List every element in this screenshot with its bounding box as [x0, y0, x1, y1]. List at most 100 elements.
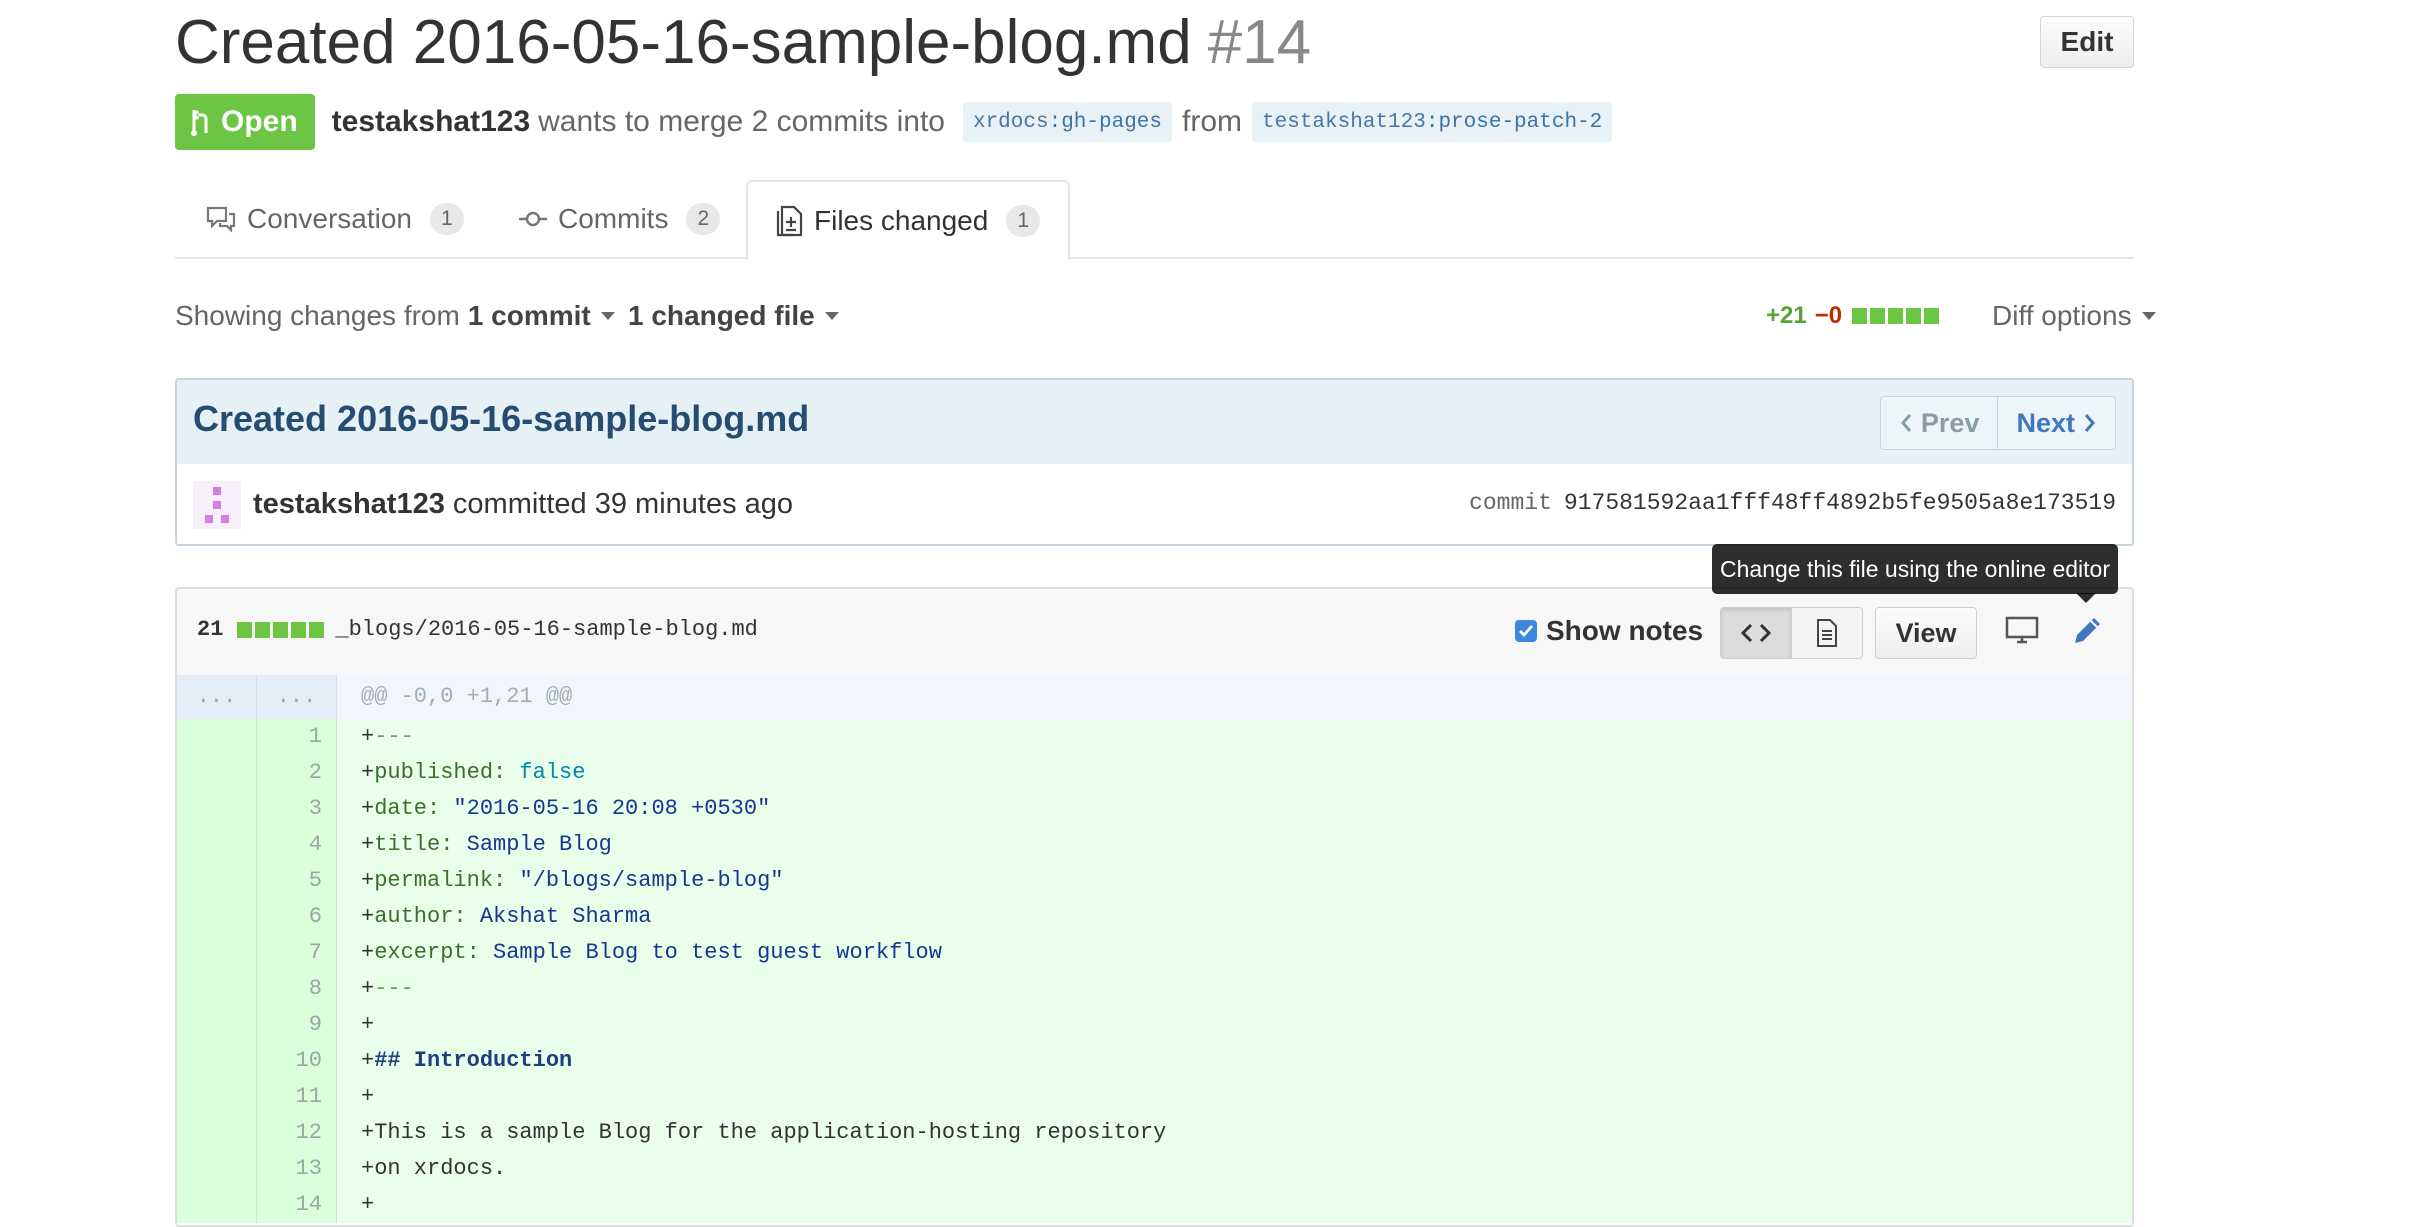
pr-number: #14	[1207, 8, 1312, 77]
diff-line: 11 +	[177, 1079, 2132, 1115]
tab-label: Commits	[558, 203, 669, 234]
added-marker: +	[361, 724, 375, 749]
view-file-button[interactable]: View	[1875, 607, 1977, 659]
old-line-number[interactable]	[177, 1115, 257, 1151]
edit-button[interactable]: Edit	[2040, 16, 2134, 68]
new-line-number[interactable]: 5	[257, 863, 337, 899]
merge-text: wants to merge 2 commits into	[538, 105, 945, 138]
show-notes-toggle[interactable]: Show notes	[1515, 611, 1703, 651]
new-line-number[interactable]: 13	[257, 1151, 337, 1187]
diff-options-menu[interactable]: Diff options	[1992, 298, 2156, 334]
diffstat: +21 −0	[1766, 298, 1942, 334]
diffstat-block	[1888, 308, 1904, 324]
code-text: on xrdocs.	[374, 1156, 507, 1181]
commit-title[interactable]: Created 2016-05-16-sample-blog.md	[193, 398, 809, 440]
show-notes-label: Show notes	[1546, 615, 1704, 646]
old-line-number[interactable]	[177, 827, 257, 863]
new-line-number[interactable]: 14	[257, 1187, 337, 1223]
old-line-number[interactable]	[177, 971, 257, 1007]
old-line-number[interactable]	[177, 719, 257, 755]
old-line-number[interactable]	[177, 1043, 257, 1079]
commit-info: testakshat123 committed 39 minutes ago c…	[177, 464, 2132, 544]
avatar[interactable]	[193, 481, 241, 529]
diff-code: +date: "2016-05-16 20:08 +0530"	[337, 791, 2132, 827]
new-line-number[interactable]: 8	[257, 971, 337, 1007]
device-desktop-icon[interactable]	[2005, 615, 2039, 650]
new-line-number[interactable]: 10	[257, 1043, 337, 1079]
showing-prefix: Showing changes from	[175, 300, 460, 331]
added-marker: +	[361, 1084, 375, 1109]
tab-commits[interactable]: Commits 2	[518, 180, 721, 258]
diffstat-block	[1852, 308, 1868, 324]
code-icon	[1741, 623, 1771, 643]
old-line-number[interactable]	[177, 935, 257, 971]
prev-commit-button[interactable]: Prev	[1881, 397, 1999, 449]
diff-line: 12 +This is a sample Blog for the applica…	[177, 1115, 2132, 1151]
tabs-divider	[175, 257, 2134, 259]
old-line-number[interactable]	[177, 791, 257, 827]
old-line-number[interactable]	[177, 1187, 257, 1223]
new-line-number[interactable]: 7	[257, 935, 337, 971]
git-commit-icon	[519, 211, 547, 227]
next-commit-button[interactable]: Next	[1998, 397, 2115, 449]
diff-code: +permalink: "/blogs/sample-blog"	[337, 863, 2132, 899]
chevron-right-icon	[2084, 414, 2095, 432]
file-stat: 21 _blogs/2016-05-16-sample-blog.md	[197, 617, 758, 642]
new-line-number[interactable]: 1	[257, 719, 337, 755]
file-text-icon	[1817, 619, 1837, 647]
committed-text: committed 39 minutes ago	[452, 488, 794, 520]
diff-line: 5 +permalink: "/blogs/sample-blog"	[177, 863, 2132, 899]
old-line-number[interactable]	[177, 1079, 257, 1115]
diff-code: +	[337, 1187, 2132, 1223]
commit-sha: commit 917581592aa1fff48ff4892b5fe9505a8e…	[1469, 490, 2116, 516]
new-line-number[interactable]: 4	[257, 827, 337, 863]
pencil-icon[interactable]	[2071, 613, 2103, 652]
tab-counter: 1	[1006, 205, 1041, 237]
sha-value[interactable]: 917581592aa1fff48ff4892b5fe9505a8e173519	[1564, 490, 2116, 516]
old-line-number[interactable]	[177, 899, 257, 935]
added-marker: +	[361, 1192, 375, 1217]
checkbox-check-icon[interactable]	[1515, 620, 1537, 642]
rich-diff-button[interactable]	[1792, 608, 1862, 658]
old-line-number[interactable]	[177, 863, 257, 899]
commit-header: Created 2016-05-16-sample-blog.md Prev N…	[177, 380, 2132, 465]
added-marker: +	[361, 1048, 375, 1073]
tab-label: Conversation	[247, 203, 412, 234]
old-line-number[interactable]	[177, 1151, 257, 1187]
expand-up-button[interactable]: ...	[177, 675, 257, 719]
new-line-number[interactable]: 12	[257, 1115, 337, 1151]
tab-files-changed[interactable]: Files changed 1	[746, 180, 1071, 260]
pr-author-link[interactable]: testakshat123	[332, 105, 530, 139]
yaml-key: excerpt:	[374, 940, 480, 965]
code-text: This is a sample Blog for the applicatio…	[374, 1120, 1167, 1145]
file-path[interactable]: _blogs/2016-05-16-sample-blog.md	[335, 617, 757, 642]
added-marker: +	[361, 1156, 375, 1181]
new-line-number[interactable]: 2	[257, 755, 337, 791]
expand-down-button[interactable]: ...	[257, 675, 337, 719]
commit-meta: testakshat123 committed 39 minutes ago	[253, 488, 793, 521]
source-diff-button[interactable]	[1721, 608, 1792, 658]
commit-author-link[interactable]: testakshat123	[253, 488, 445, 520]
old-line-number[interactable]	[177, 755, 257, 791]
code-text: ---	[374, 724, 414, 749]
new-line-number[interactable]: 11	[257, 1079, 337, 1115]
new-line-number[interactable]: 3	[257, 791, 337, 827]
diff-code: +## Introduction	[337, 1043, 2132, 1079]
old-line-number[interactable]	[177, 1007, 257, 1043]
state-label: Open	[221, 105, 298, 138]
new-line-number[interactable]: 9	[257, 1007, 337, 1043]
added-marker: +	[361, 832, 375, 857]
diffstat-block	[1924, 308, 1940, 324]
diffstat-block	[273, 621, 289, 638]
base-owner: xrdocs	[972, 110, 1049, 134]
yaml-key: published:	[374, 760, 507, 785]
base-branch[interactable]: xrdocs:gh-pages	[962, 102, 1173, 142]
head-branch[interactable]: testakshat123:prose-patch-2	[1252, 102, 1613, 142]
tab-conversation[interactable]: Conversation 1	[205, 180, 464, 258]
new-line-number[interactable]: 6	[257, 899, 337, 935]
added-marker: +	[361, 904, 375, 929]
diff-lines: 1 +--- 2 +published: false 3 +date: "2016-05-…	[177, 719, 2132, 1223]
changed-files-select[interactable]: 1 changed file	[628, 298, 839, 334]
yaml-key: author:	[374, 904, 467, 929]
commit-range-select[interactable]: Showing changes from 1 commit	[175, 298, 615, 334]
